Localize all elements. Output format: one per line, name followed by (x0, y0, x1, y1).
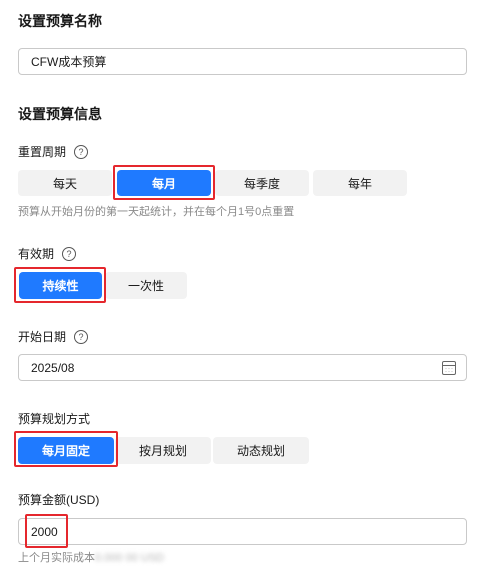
section-title-budget-info: 设置预算信息 (18, 106, 102, 122)
calendar-icon[interactable]: ··· ··· (442, 360, 456, 375)
validity-option-once[interactable]: 一次性 (105, 272, 187, 299)
highlight-box (25, 514, 68, 548)
validity-label-text: 有效期 (18, 247, 55, 261)
highlight-box (14, 267, 106, 303)
amount-label: 预算金额(USD) (18, 493, 100, 507)
amount-hint: 上个月实际成本0.000 00 USD (18, 549, 164, 565)
question-circle-icon[interactable]: ? (62, 246, 77, 261)
budget-name-input[interactable]: CFW成本预算 (18, 48, 467, 75)
reset-period-option-quarterly[interactable]: 每季度 (215, 170, 309, 196)
amount-hint-text: 上个月实际成本 (18, 552, 95, 564)
validity-label: 有效期 ? (18, 245, 77, 262)
start-date-value: 2025/08 (31, 360, 75, 375)
reset-period-option-yearly[interactable]: 每年 (313, 170, 407, 196)
start-date-picker[interactable]: 2025/08 ··· ··· (18, 354, 467, 381)
reset-period-hint: 预算从开始月份的第一天起统计，并在每个月1号0点重置 (18, 206, 295, 218)
highlight-box (14, 431, 118, 467)
start-date-label: 开始日期 ? (18, 328, 89, 345)
budget-name-value: CFW成本预算 (31, 55, 107, 69)
start-date-label-text: 开始日期 (18, 330, 67, 344)
question-circle-icon[interactable]: ? (74, 329, 89, 344)
reset-period-label-text: 重置周期 (18, 145, 67, 159)
amount-input[interactable]: 2000 (18, 518, 467, 545)
plan-mode-label: 预算规划方式 (18, 412, 91, 426)
question-circle-icon[interactable]: ? (74, 144, 89, 159)
plan-mode-option-dynamic[interactable]: 动态规划 (213, 437, 309, 464)
highlight-box (113, 165, 215, 200)
reset-period-option-daily[interactable]: 每天 (18, 170, 112, 196)
section-title-budget-name: 设置预算名称 (18, 13, 102, 29)
last-month-cost-value: 0.000 00 USD (95, 552, 165, 564)
plan-mode-option-by-month[interactable]: 按月规划 (115, 437, 211, 464)
reset-period-label: 重置周期 ? (18, 143, 89, 160)
